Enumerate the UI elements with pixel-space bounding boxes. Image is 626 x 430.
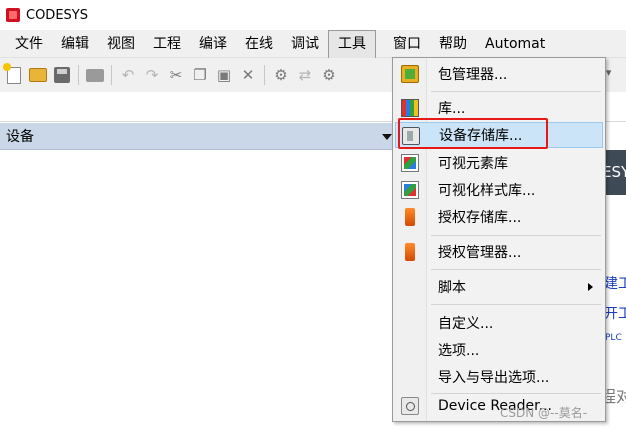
- menu-item-label: 导入与导出选项...: [438, 370, 550, 386]
- menu-separator: [431, 304, 601, 305]
- open-icon[interactable]: [27, 64, 49, 86]
- visual-element-library-icon: [401, 154, 419, 172]
- menu-item-customize[interactable]: 自定义...: [395, 310, 603, 336]
- find-icon[interactable]: ⚙: [270, 64, 292, 86]
- menu-item-license-repository[interactable]: 授权存储库...: [395, 204, 603, 230]
- submenu-arrow-icon: [588, 283, 593, 291]
- menu-debug[interactable]: 调试: [282, 30, 328, 58]
- watermark: CSDN @--莫名-: [500, 406, 588, 420]
- menu-online[interactable]: 在线: [236, 30, 282, 58]
- menu-item-label: 授权存储库...: [438, 210, 522, 226]
- menu-item-label: 可视化样式库...: [438, 183, 536, 199]
- menu-item-package-manager[interactable]: 包管理器...: [395, 61, 603, 87]
- tools-menu: 包管理器... 库... 设备存储库... 可视元素库 可视化样式库... 授权…: [392, 57, 606, 422]
- redo-icon[interactable]: ↷: [141, 64, 163, 86]
- menu-item-label: 包管理器...: [438, 67, 508, 83]
- find-next-icon[interactable]: ⚙: [318, 64, 340, 86]
- menu-separator: [431, 235, 601, 236]
- undo-icon[interactable]: ↶: [117, 64, 139, 86]
- codesys-logo-icon: [6, 8, 20, 22]
- panel-dropdown-icon[interactable]: [382, 134, 392, 140]
- menu-item-label: 库...: [438, 101, 466, 117]
- start-page-link-new[interactable]: 建工: [604, 273, 626, 293]
- new-project-icon[interactable]: [3, 62, 25, 86]
- menu-window[interactable]: 窗口: [384, 30, 430, 58]
- menu-bar: 文件 编辑 视图 工程 编译 在线 调试 工具 窗口 帮助 Automat: [0, 29, 626, 58]
- menu-item-label: 脚本: [438, 280, 466, 296]
- devices-panel-title: 设备: [6, 129, 34, 145]
- copy-icon[interactable]: ❐: [189, 64, 211, 86]
- menu-item-scripting[interactable]: 脚本: [395, 274, 603, 300]
- device-reader-icon: [401, 397, 419, 415]
- app-title: CODESYS: [26, 7, 88, 23]
- license-repository-icon: [405, 208, 415, 226]
- menu-project[interactable]: 工程: [144, 30, 190, 58]
- menu-separator: [431, 91, 601, 92]
- menu-item-label: 自定义...: [438, 316, 494, 332]
- start-page-link-plc[interactable]: PLC: [605, 333, 622, 343]
- license-manager-icon: [405, 243, 415, 261]
- start-page-link-open[interactable]: 开工: [604, 303, 626, 323]
- devices-panel-body: [0, 151, 398, 430]
- menu-file[interactable]: 文件: [6, 30, 52, 58]
- cut-icon[interactable]: ✂: [165, 64, 187, 86]
- menu-edit[interactable]: 编辑: [52, 30, 98, 58]
- menu-item-license-manager[interactable]: 授权管理器...: [395, 239, 603, 265]
- print-icon[interactable]: [84, 64, 106, 86]
- paste-icon[interactable]: ▣: [213, 64, 235, 86]
- package-manager-icon: [401, 65, 419, 83]
- save-icon[interactable]: [51, 64, 73, 86]
- menu-item-visual-element-library[interactable]: 可视元素库: [395, 150, 603, 176]
- replace-icon[interactable]: ⇄: [294, 64, 316, 86]
- menu-item-visualization-style-library[interactable]: 可视化样式库...: [395, 177, 603, 203]
- menu-item-import-export-options[interactable]: 导入与导出选项...: [395, 364, 603, 390]
- menu-item-label: 选项...: [438, 343, 480, 359]
- menu-build[interactable]: 编译: [190, 30, 236, 58]
- visualization-style-library-icon: [401, 181, 419, 199]
- menu-automation[interactable]: Automat: [476, 30, 554, 58]
- menu-item-options[interactable]: 选项...: [395, 337, 603, 363]
- library-icon: [401, 99, 419, 117]
- menu-tools[interactable]: 工具: [328, 29, 376, 58]
- delete-icon[interactable]: ✕: [237, 64, 259, 86]
- menu-item-label: 授权管理器...: [438, 245, 522, 261]
- toolbar-separator: [78, 65, 79, 85]
- menu-help[interactable]: 帮助: [430, 30, 476, 58]
- menu-item-label: 可视元素库: [438, 156, 508, 172]
- title-bar: CODESYS: [0, 0, 626, 30]
- toolbar-separator: [111, 65, 112, 85]
- menu-separator: [431, 269, 601, 270]
- toolbar-separator: [264, 65, 265, 85]
- annotation-highlight-box: [398, 118, 548, 149]
- devices-panel-header: 设备: [0, 123, 398, 150]
- menu-view[interactable]: 视图: [98, 30, 144, 58]
